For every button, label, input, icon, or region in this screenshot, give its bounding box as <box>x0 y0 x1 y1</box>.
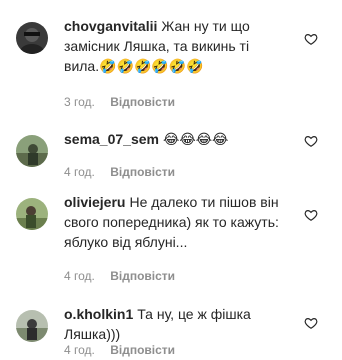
user-avatar[interactable] <box>16 22 48 54</box>
comment-text: oliviejeru Не далеко ти пішов він свого п… <box>64 192 300 252</box>
comment-time: 4 год. <box>64 269 95 283</box>
comment-time: 4 год. <box>64 165 95 179</box>
comment-body: замісник Ляшка, та викинь ті <box>64 38 250 54</box>
comment-meta: 4 год. Відповісти <box>64 342 175 358</box>
heart-outline-icon[interactable] <box>304 316 318 330</box>
user-avatar[interactable] <box>16 310 48 342</box>
user-avatar[interactable] <box>16 135 48 167</box>
comment-username[interactable]: o.kholkin1 <box>64 306 133 322</box>
comment-emojis: 😂😂😂😂 <box>162 131 229 147</box>
comment-body: Та ну, це ж фішка <box>137 306 251 322</box>
comment-time: 3 год. <box>64 95 95 109</box>
comment-text: o.kholkin1 Та ну, це ж фішка Ляшка))) <box>64 304 300 344</box>
heart-outline-icon[interactable] <box>304 32 318 46</box>
reply-button[interactable]: Відповісти <box>110 343 175 357</box>
user-avatar[interactable] <box>16 198 48 230</box>
comment-text: chovganvitalii Жан ну ти що замісник Ляшк… <box>64 16 300 76</box>
user-avatar-icon <box>16 135 48 167</box>
heart-outline-icon[interactable] <box>304 208 318 222</box>
user-avatar-icon <box>16 22 48 54</box>
comment-body: Не далеко ти пішов він <box>129 194 279 210</box>
comment-body: яблуко від яблуні... <box>64 234 188 250</box>
user-avatar-icon <box>16 198 48 230</box>
comment-body: вила. <box>64 58 100 74</box>
user-avatar-icon <box>16 310 48 342</box>
comment-time: 4 год. <box>64 343 95 357</box>
comment-body: Ляшка))) <box>64 326 121 342</box>
comment-emojis: 🤣🤣🤣🤣🤣🤣 <box>99 58 204 74</box>
comment-meta: 4 год. Відповісти <box>64 268 175 284</box>
comment-body: свого попередника) як то кажуть: <box>64 214 279 230</box>
reply-button[interactable]: Відповісти <box>110 165 175 179</box>
reply-button[interactable]: Відповісти <box>110 95 175 109</box>
comment-meta: 4 год. Відповісти <box>64 164 175 180</box>
comment-username[interactable]: chovganvitalii <box>64 18 157 34</box>
comment-text: sema_07_sem 😂😂😂😂 <box>64 129 300 149</box>
heart-outline-icon[interactable] <box>304 134 318 148</box>
reply-button[interactable]: Відповісти <box>110 269 175 283</box>
comment-meta: 3 год. Відповісти <box>64 94 175 110</box>
comment-username[interactable]: oliviejeru <box>64 194 125 210</box>
comment-username[interactable]: sema_07_sem <box>64 131 159 147</box>
comment-body: Жан ну ти що <box>161 18 250 34</box>
